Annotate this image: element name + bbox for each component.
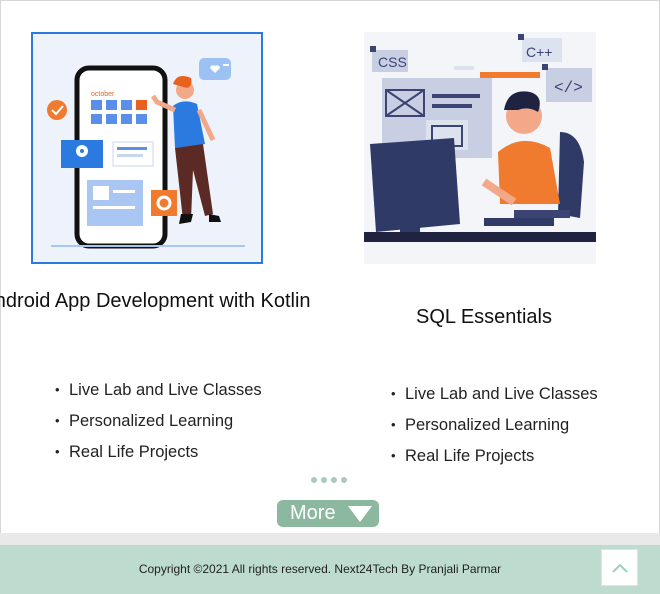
carousel-dot[interactable] <box>311 477 317 483</box>
chevron-up-icon <box>611 563 628 573</box>
feature-list: Live Lab and Live Classes Personalized L… <box>391 384 598 477</box>
chevron-down-icon <box>347 505 372 522</box>
more-button-label: More <box>290 502 336 524</box>
main-content: october Android App Development with Kot… <box>0 0 660 534</box>
scroll-top-button[interactable] <box>601 549 638 586</box>
cpp-tag: C++ <box>526 44 552 60</box>
feature-item: Real Life Projects <box>55 442 262 473</box>
feature-item: Real Life Projects <box>391 446 598 477</box>
carousel-dot[interactable] <box>321 477 327 483</box>
svg-text:</>: </> <box>554 79 583 97</box>
feature-item: Personalized Learning <box>55 411 262 442</box>
carousel-dots <box>311 477 347 483</box>
feature-item: Live Lab and Live Classes <box>55 380 262 411</box>
feature-list: Live Lab and Live Classes Personalized L… <box>55 380 262 473</box>
course-image-sql[interactable]: CSS C++ </> <box>364 32 596 264</box>
feature-item: Live Lab and Live Classes <box>391 384 598 415</box>
more-button[interactable]: More <box>277 500 379 527</box>
css-tag: CSS <box>378 54 407 70</box>
course-image-android[interactable]: october <box>31 32 263 264</box>
course-title[interactable]: SQL Essentials <box>319 305 649 330</box>
calendar-month-label: october <box>91 91 115 98</box>
android-illustration: october <box>47 58 245 249</box>
carousel-dot[interactable] <box>341 477 347 483</box>
sql-illustration: CSS C++ </> <box>364 32 596 264</box>
carousel-dot[interactable] <box>331 477 337 483</box>
footer-divider <box>0 533 660 545</box>
feature-item: Personalized Learning <box>391 415 598 446</box>
copyright-text: Copyright ©2021 All rights reserved. Nex… <box>138 562 502 576</box>
footer: Copyright ©2021 All rights reserved. Nex… <box>0 545 660 594</box>
course-title[interactable]: Android App Development with Kotlin <box>0 289 311 314</box>
